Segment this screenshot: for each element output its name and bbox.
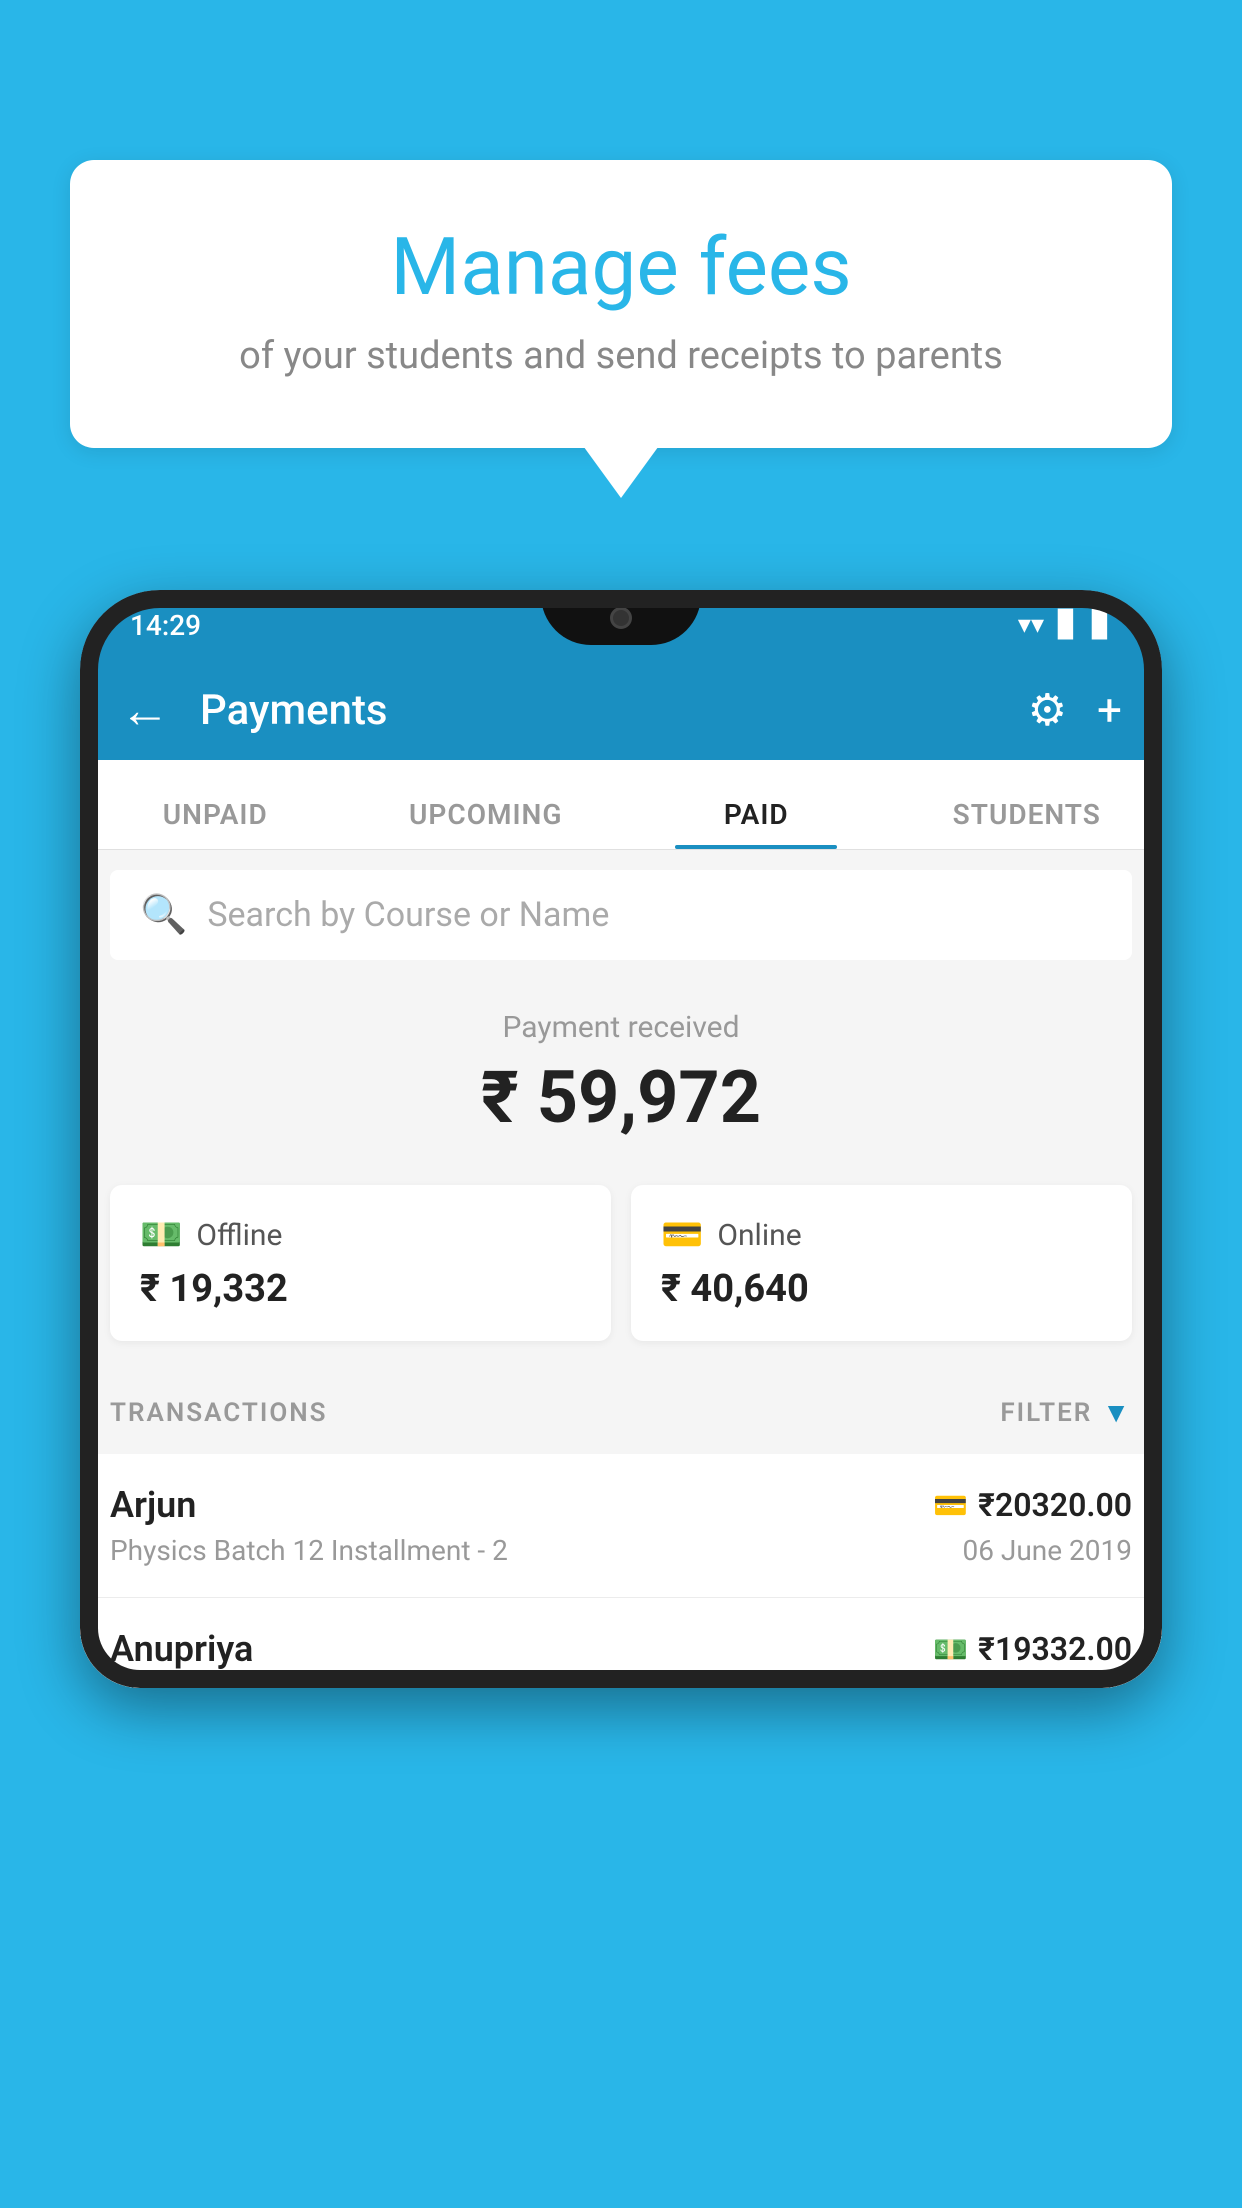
status-time: 14:29	[130, 609, 201, 642]
tabs: UNPAID UPCOMING PAID STUDENTS	[80, 760, 1162, 850]
payment-summary: Payment received ₹ 59,972	[80, 980, 1162, 1185]
status-bar: 14:29 ▾▾ ▊ ▊	[80, 590, 1162, 660]
search-icon: 🔍	[140, 893, 187, 937]
online-label: Online	[717, 1218, 801, 1253]
tab-students[interactable]: STUDENTS	[892, 798, 1163, 849]
course-detail: Physics Batch 12 Installment - 2	[110, 1534, 508, 1567]
payment-cards: 💵 Offline ₹ 19,332 💳 Online ₹ 40,640	[80, 1185, 1162, 1371]
bubble-subtitle: of your students and send receipts to pa…	[150, 334, 1092, 378]
online-amount: ₹ 40,640	[661, 1267, 1102, 1311]
table-row[interactable]: Anupriya 💵 ₹19332.00	[80, 1598, 1162, 1688]
app-bar: ← Payments ⚙ +	[80, 660, 1162, 760]
status-icons: ▾▾ ▊ ▊	[1018, 610, 1112, 640]
online-card-header: 💳 Online	[661, 1215, 1102, 1255]
payment-card-icon: 💳	[933, 1489, 968, 1522]
online-icon: 💳	[661, 1215, 703, 1255]
battery-icon: ▊	[1092, 610, 1112, 640]
back-button[interactable]: ←	[120, 681, 170, 740]
speech-bubble-container: Manage fees of your students and send re…	[70, 160, 1172, 448]
notch	[541, 590, 701, 645]
payment-received-label: Payment received	[110, 1010, 1132, 1045]
transaction-amount: 💳 ₹20320.00	[933, 1486, 1132, 1524]
speech-bubble: Manage fees of your students and send re…	[70, 160, 1172, 448]
transaction-top: Arjun 💳 ₹20320.00	[110, 1484, 1132, 1526]
phone-screen: 14:29 ▾▾ ▊ ▊ ← Payments ⚙ +	[80, 590, 1162, 1688]
add-button[interactable]: +	[1097, 684, 1122, 736]
amount-value: ₹20320.00	[978, 1486, 1132, 1524]
offline-label: Offline	[196, 1218, 282, 1253]
online-payment-card: 💳 Online ₹ 40,640	[631, 1185, 1132, 1341]
payment-cash-icon: 💵	[933, 1633, 968, 1666]
transaction-date: 06 June 2019	[962, 1534, 1132, 1567]
signal-icon: ▊	[1058, 610, 1078, 640]
phone-frame: 14:29 ▾▾ ▊ ▊ ← Payments ⚙ +	[80, 590, 1162, 1688]
search-placeholder: Search by Course or Name	[207, 895, 609, 935]
transactions-header: TRANSACTIONS FILTER ▼	[80, 1371, 1162, 1454]
offline-payment-card: 💵 Offline ₹ 19,332	[110, 1185, 611, 1341]
app-bar-actions: ⚙ +	[1028, 684, 1122, 736]
transactions-label: TRANSACTIONS	[110, 1398, 328, 1428]
tab-unpaid[interactable]: UNPAID	[80, 798, 351, 849]
offline-card-header: 💵 Offline	[140, 1215, 581, 1255]
transaction-top-2: Anupriya 💵 ₹19332.00	[110, 1628, 1132, 1670]
offline-amount: ₹ 19,332	[140, 1267, 581, 1311]
table-row[interactable]: Arjun 💳 ₹20320.00 Physics Batch 12 Insta…	[80, 1454, 1162, 1598]
wifi-icon: ▾▾	[1018, 610, 1044, 640]
student-name-2: Anupriya	[110, 1628, 253, 1670]
filter-button[interactable]: FILTER ▼	[1000, 1396, 1132, 1429]
payment-total-amount: ₹ 59,972	[110, 1055, 1132, 1140]
filter-label: FILTER	[1000, 1398, 1092, 1428]
settings-icon[interactable]: ⚙	[1028, 684, 1067, 736]
offline-icon: 💵	[140, 1215, 182, 1255]
student-name: Arjun	[110, 1484, 196, 1526]
transactions-list: Arjun 💳 ₹20320.00 Physics Batch 12 Insta…	[80, 1454, 1162, 1688]
search-area: 🔍 Search by Course or Name	[80, 850, 1162, 980]
phone-container: 14:29 ▾▾ ▊ ▊ ← Payments ⚙ +	[80, 590, 1162, 2208]
camera	[610, 607, 632, 629]
app-title: Payments	[200, 686, 1028, 735]
filter-icon: ▼	[1102, 1396, 1132, 1429]
bubble-title: Manage fees	[150, 220, 1092, 314]
amount-value-2: ₹19332.00	[978, 1630, 1132, 1668]
tab-paid[interactable]: PAID	[621, 798, 892, 849]
search-box[interactable]: 🔍 Search by Course or Name	[110, 870, 1132, 960]
transaction-amount-2: 💵 ₹19332.00	[933, 1630, 1132, 1668]
tab-upcoming[interactable]: UPCOMING	[351, 798, 622, 849]
transaction-bottom: Physics Batch 12 Installment - 2 06 June…	[110, 1534, 1132, 1567]
